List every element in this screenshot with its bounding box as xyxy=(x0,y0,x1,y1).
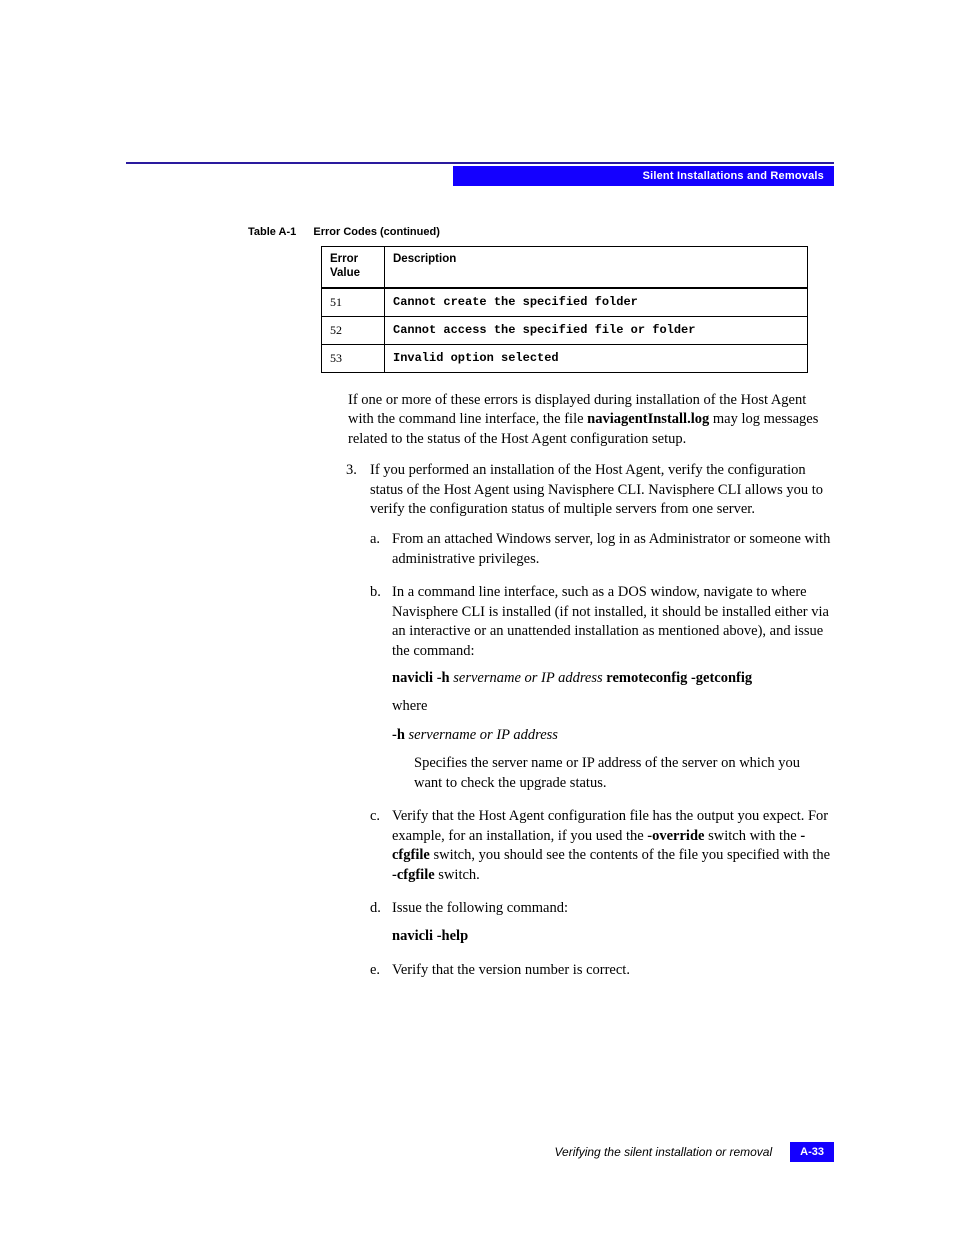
table-row: 52 Cannot access the specified file or f… xyxy=(322,316,808,344)
substep-b-intro: In a command line interface, such as a D… xyxy=(392,584,829,659)
body-text: If one or more of these errors is displa… xyxy=(348,391,831,981)
column-error-value: Error Value xyxy=(322,247,385,288)
arg-italic: servername or IP address xyxy=(409,727,558,743)
section-title: Silent Installations and Removals xyxy=(643,170,824,182)
error-value-cell: 51 xyxy=(322,288,385,317)
arg-line: -h servername or IP address xyxy=(392,726,831,746)
step-3: If you performed an installation of the … xyxy=(348,461,831,980)
paragraph-naviagent: If one or more of these errors is displa… xyxy=(348,391,831,450)
where-label: where xyxy=(392,697,831,717)
text-run: switch with the xyxy=(704,828,800,844)
list-marker: a. xyxy=(370,530,380,550)
table-row: 51 Cannot create the specified folder xyxy=(322,288,808,317)
text-run: switch, you should see the contents of t… xyxy=(430,847,830,863)
substep-e-text: Verify that the version number is correc… xyxy=(392,962,630,978)
page-number-badge: A-33 xyxy=(790,1142,834,1162)
text-run: switch. xyxy=(435,867,480,883)
cmd-bold: remoteconfig -getconfig xyxy=(606,670,752,686)
error-desc-cell: Invalid option selected xyxy=(385,344,808,372)
substep-d: d. Issue the following command: navicli … xyxy=(370,899,831,946)
error-codes-table: Error Value Description 51 Cannot create… xyxy=(321,246,808,373)
command-line: navicli -help xyxy=(392,927,831,947)
error-desc-cell: Cannot access the specified file or fold… xyxy=(385,316,808,344)
substep-e: e. Verify that the version number is cor… xyxy=(370,961,831,981)
document-page: Silent Installations and Removals Table … xyxy=(0,0,954,1235)
cmd-bold: navicli -help xyxy=(392,928,468,944)
bold-filename: naviagentInstall.log xyxy=(587,411,709,427)
arg-description: Specifies the server name or IP address … xyxy=(414,754,831,793)
table-title: Error Codes (continued) xyxy=(313,226,440,238)
step-3-text: If you performed an installation of the … xyxy=(370,462,823,517)
column-description: Description xyxy=(385,247,808,288)
switch-bold: -cfgfile xyxy=(392,867,435,883)
substep-a: a. From an attached Windows server, log … xyxy=(370,530,831,569)
substep-list: a. From an attached Windows server, log … xyxy=(370,530,831,980)
arg-flag: -h xyxy=(392,727,405,743)
list-marker: d. xyxy=(370,899,381,919)
footer-section-title: Verifying the silent installation or rem… xyxy=(554,1145,772,1159)
table-label: Table A-1 xyxy=(248,226,296,238)
main-content: Table A-1 Error Codes (continued) Error … xyxy=(248,226,831,994)
error-value-cell: 53 xyxy=(322,344,385,372)
table-header-row: Error Value Description xyxy=(322,247,808,288)
cmd-bold: navicli -h xyxy=(392,670,450,686)
table-row: 53 Invalid option selected xyxy=(322,344,808,372)
switch-bold: -override xyxy=(647,828,704,844)
list-marker: e. xyxy=(370,961,380,981)
substep-b: b. In a command line interface, such as … xyxy=(370,583,831,793)
section-header-bar: Silent Installations and Removals xyxy=(453,166,834,186)
error-value-cell: 52 xyxy=(322,316,385,344)
page-footer: Verifying the silent installation or rem… xyxy=(554,1142,834,1162)
header-rule xyxy=(126,162,834,164)
cmd-italic: servername or IP address xyxy=(453,670,602,686)
numbered-list: If you performed an installation of the … xyxy=(348,461,831,980)
command-line: navicli -h servername or IP address remo… xyxy=(392,669,831,689)
substep-d-text: Issue the following command: xyxy=(392,900,568,916)
list-marker: b. xyxy=(370,583,381,603)
substep-c: c. Verify that the Host Agent configurat… xyxy=(370,807,831,885)
error-desc-cell: Cannot create the specified folder xyxy=(385,288,808,317)
table-caption: Table A-1 Error Codes (continued) xyxy=(248,226,831,238)
substep-a-text: From an attached Windows server, log in … xyxy=(392,531,830,567)
list-marker: c. xyxy=(370,807,380,827)
